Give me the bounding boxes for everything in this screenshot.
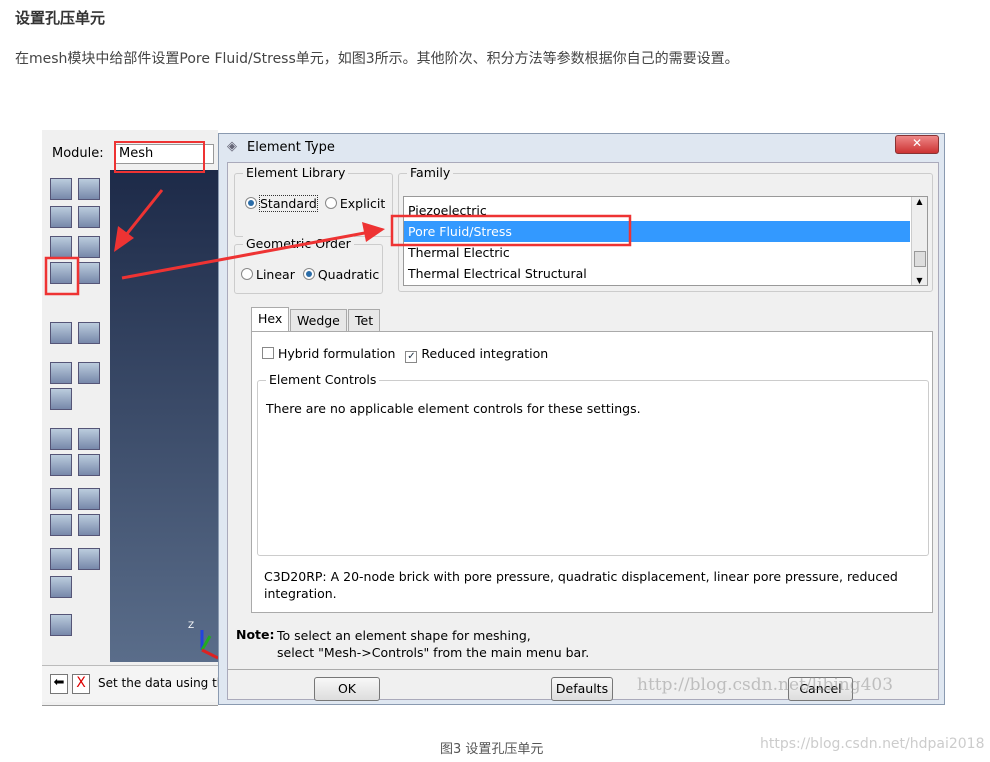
annotation-box-tool — [44, 256, 80, 296]
figure-caption: 图3 设置孔压单元 — [440, 742, 544, 757]
annotation-box-family — [390, 214, 632, 247]
annotation-box-module — [114, 141, 205, 173]
annotation-arrow — [121, 230, 371, 280]
annotation-overlay — [44, 141, 632, 296]
annotation-arrow — [120, 189, 164, 241]
watermark: https://blog.csdn.net/hdpai2018 — [760, 736, 985, 752]
